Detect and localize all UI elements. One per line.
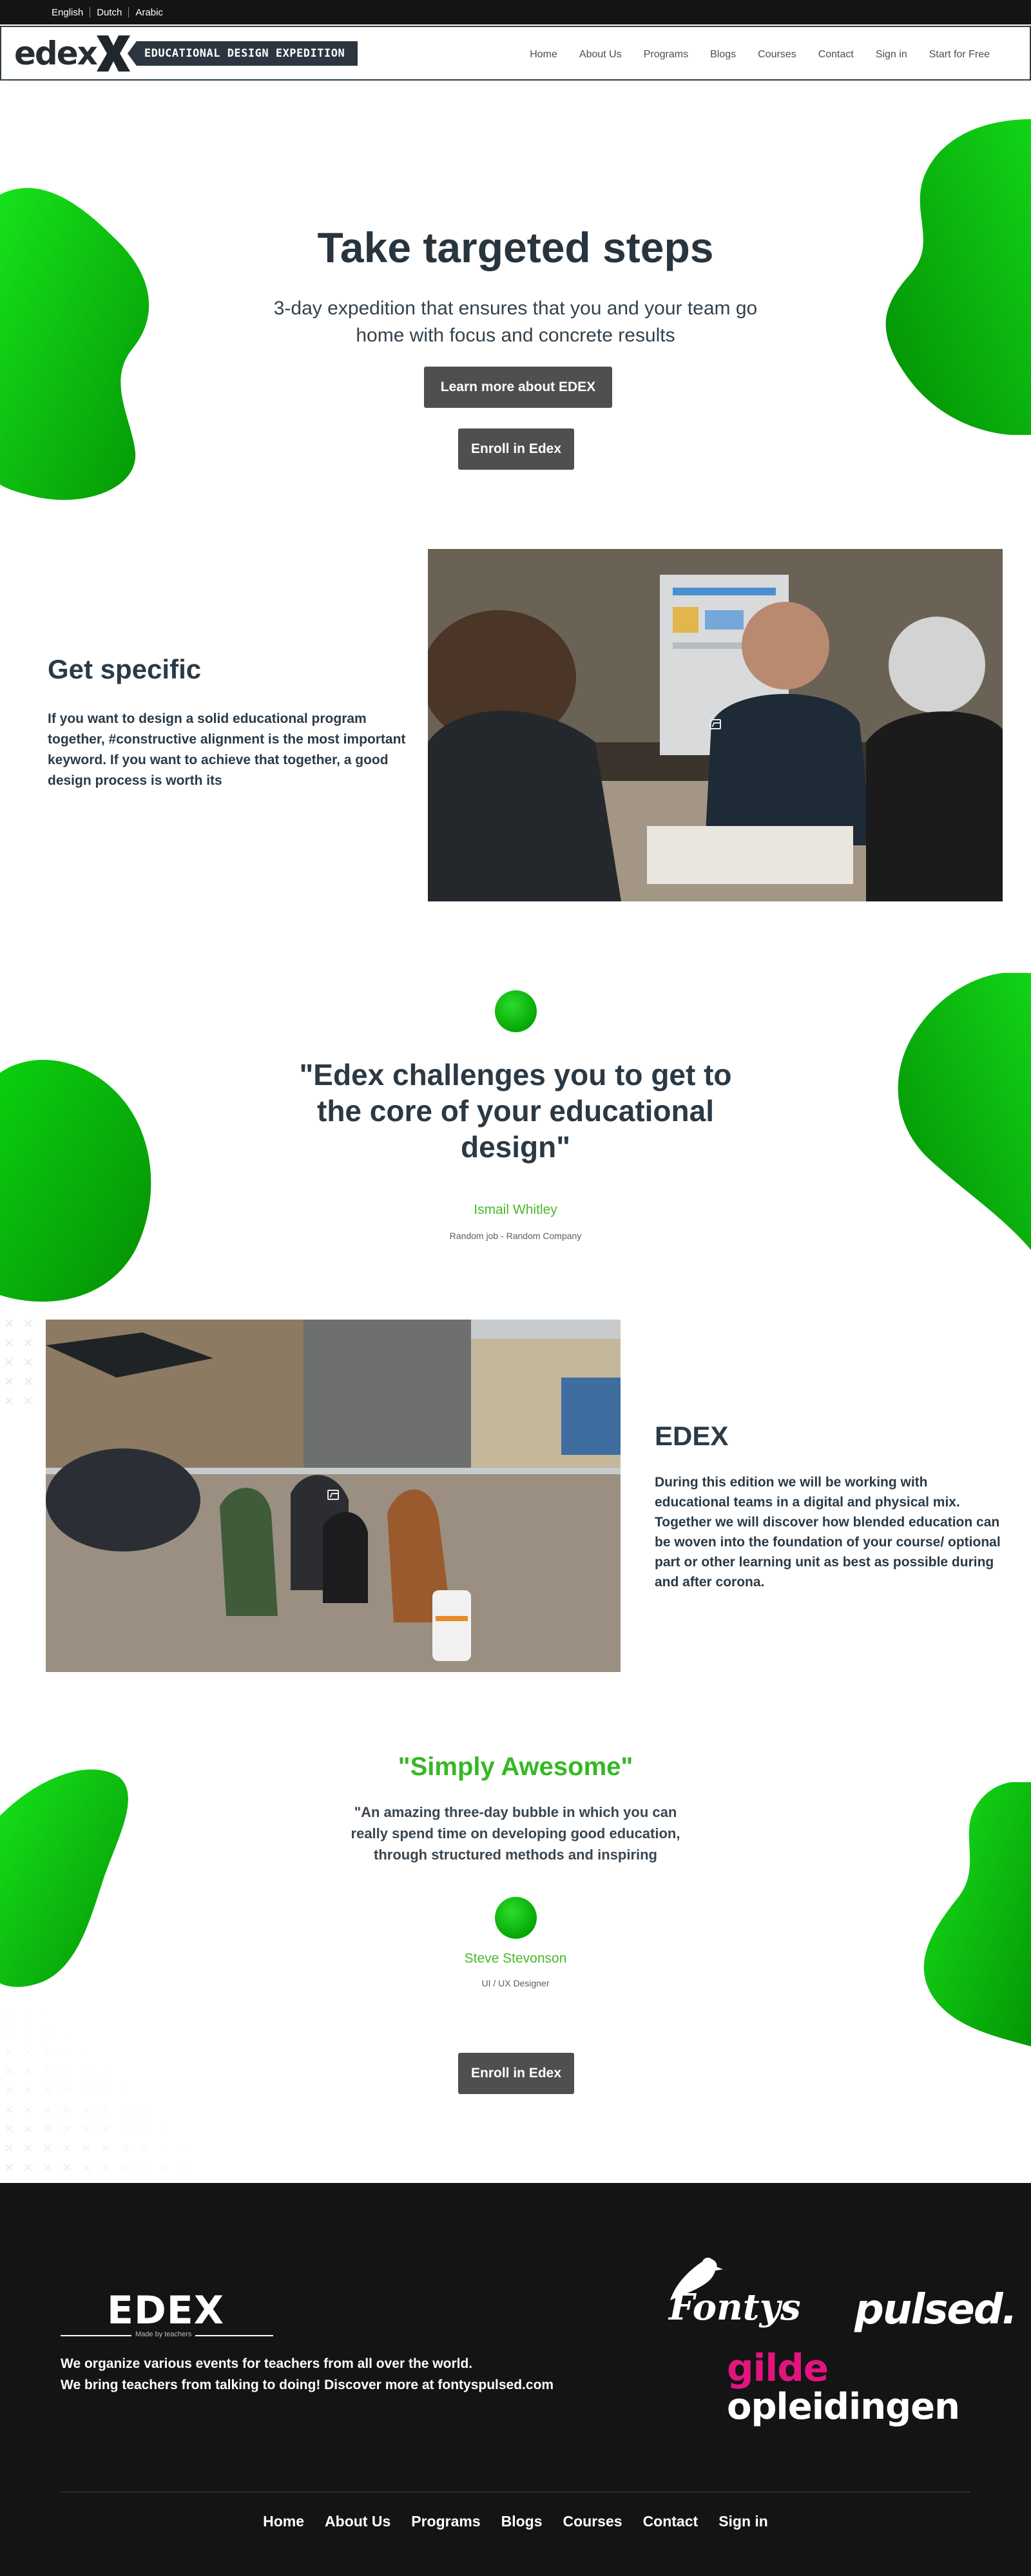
image-icon bbox=[327, 1490, 339, 1500]
testimonial-title: "Simply Awesome" bbox=[398, 1753, 633, 1781]
enroll-button-hero[interactable]: Enroll in Edex bbox=[458, 428, 574, 470]
footer-made-by: Made by teachers bbox=[131, 2331, 196, 2338]
group-walking-photo bbox=[46, 1320, 621, 1672]
quote-text: "Edex challenges you to get to the core … bbox=[299, 1058, 732, 1164]
meeting-photo bbox=[428, 549, 1003, 901]
footer-nav-programs[interactable]: Programs bbox=[411, 2513, 480, 2530]
hero-title: Take targeted steps bbox=[317, 224, 714, 271]
get-specific-body: If you want to design a solid educationa… bbox=[48, 711, 406, 788]
footer-line-1: We organize various events for teachers … bbox=[61, 2356, 473, 2371]
nav-programs[interactable]: Programs bbox=[644, 49, 688, 61]
edex-body: During this edition we will be working w… bbox=[655, 1475, 1001, 1590]
logo-tagline: EDUCATIONAL DESIGN EXPEDITION bbox=[127, 41, 358, 66]
language-bar: English Dutch Arabic bbox=[0, 0, 1031, 24]
testimonial-text: "An amazing three-day bubble in which yo… bbox=[351, 1804, 680, 1863]
testimonial-author-name: Steve Stevonson bbox=[464, 1951, 567, 1966]
nav-about-us[interactable]: About Us bbox=[579, 49, 622, 61]
nav-start-for-free[interactable]: Start for Free bbox=[929, 49, 990, 61]
learn-more-button[interactable]: Learn more about EDEX bbox=[424, 367, 612, 408]
opleidingen-logo[interactable]: opleidingen bbox=[727, 2389, 960, 2425]
testimonial-avatar-dot bbox=[495, 1897, 537, 1939]
decorative-blob-left-quote bbox=[0, 1059, 151, 1302]
footer-logo[interactable]: EDEX bbox=[107, 2291, 224, 2330]
decorative-blob-right-testimonial bbox=[923, 1782, 1031, 2046]
cross-pattern-decoration bbox=[0, 1314, 39, 1405]
footer-description: We organize various events for teachers … bbox=[61, 2353, 554, 2396]
footer-nav-contact[interactable]: Contact bbox=[643, 2513, 699, 2530]
nav-courses[interactable]: Courses bbox=[758, 49, 796, 61]
edex-logo[interactable]: edex EDUCATIONAL DESIGN EXPEDITION bbox=[14, 34, 358, 73]
logo-x-icon bbox=[96, 35, 130, 72]
footer-nav: Home About Us Programs Blogs Courses Con… bbox=[0, 2513, 1031, 2530]
language-switcher: English Dutch Arabic bbox=[52, 0, 169, 24]
footer-nav-blogs[interactable]: Blogs bbox=[501, 2513, 543, 2530]
get-specific-heading: Get specific bbox=[48, 654, 202, 684]
main-navbar: edex EDUCATIONAL DESIGN EXPEDITION Home … bbox=[0, 26, 1031, 81]
quote-avatar-dot bbox=[495, 990, 537, 1032]
quote-author-role: Random job - Random Company bbox=[449, 1231, 582, 1241]
lang-dutch[interactable]: Dutch bbox=[90, 7, 128, 18]
nav-sign-in[interactable]: Sign in bbox=[876, 49, 907, 61]
site-footer: EDEX Made by teachers We organize variou… bbox=[0, 2183, 1031, 2576]
pulsed-logo[interactable]: pulsed. bbox=[854, 2286, 1017, 2334]
enroll-button-bottom[interactable]: Enroll in Edex bbox=[458, 2053, 574, 2094]
testimonial-author-role: UI / UX Designer bbox=[481, 1978, 550, 1988]
logo-word: edex bbox=[14, 35, 98, 72]
footer-nav-courses[interactable]: Courses bbox=[563, 2513, 622, 2530]
quote-author-name: Ismail Whitley bbox=[474, 1202, 557, 1217]
gilde-logo[interactable]: gilde bbox=[727, 2349, 829, 2387]
lang-arabic[interactable]: Arabic bbox=[129, 7, 169, 18]
footer-nav-home[interactable]: Home bbox=[263, 2513, 304, 2530]
edex-heading: EDEX bbox=[655, 1421, 729, 1451]
nav-blogs[interactable]: Blogs bbox=[710, 49, 736, 61]
hero-subtitle: 3-day expedition that ensures that you a… bbox=[273, 298, 758, 346]
primary-nav: Home About Us Programs Blogs Courses Con… bbox=[508, 27, 990, 82]
nav-contact[interactable]: Contact bbox=[818, 49, 854, 61]
image-icon bbox=[709, 719, 721, 729]
decorative-blob-right-hero bbox=[885, 119, 1031, 435]
footer-nav-about-us[interactable]: About Us bbox=[325, 2513, 390, 2530]
footer-nav-sign-in[interactable]: Sign in bbox=[718, 2513, 768, 2530]
nav-home[interactable]: Home bbox=[530, 49, 557, 61]
cross-pattern-decoration bbox=[0, 2004, 193, 2183]
lang-english[interactable]: English bbox=[52, 7, 90, 18]
fontys-logo[interactable]: Fontys bbox=[669, 2286, 801, 2329]
footer-line-2: We bring teachers from talking to doing!… bbox=[61, 2378, 554, 2392]
